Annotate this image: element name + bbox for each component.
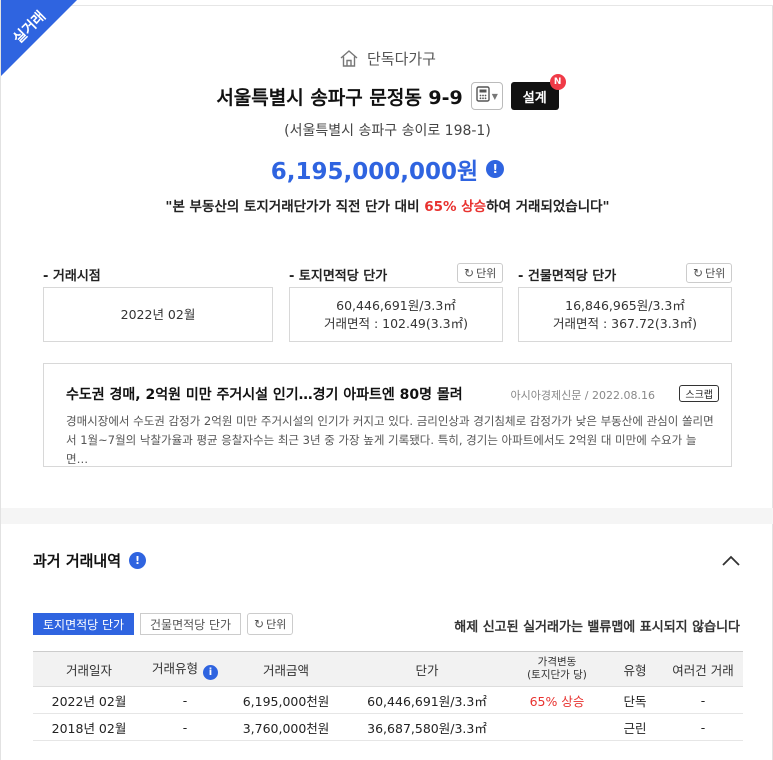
road-address: (서울특별시 송파구 송이로 198-1) [284,123,491,139]
table-row[interactable]: 2018년 02월 - 3,760,000천원 36,687,580원/3.3㎡… [33,713,743,741]
address-row: 서울특별시 송파구 문정동 9-9 ▼ 설계 N [1,74,773,110]
chevron-down-icon: ▼ [491,91,498,101]
chevron-up-icon[interactable] [720,550,742,572]
property-type-label: 단독다가구 [366,50,436,68]
design-button[interactable]: 설계 N [510,74,566,110]
calculator-icon [475,86,490,106]
tab-building-unit[interactable]: 건물면적당 단가 [140,613,242,635]
transaction-card: 실거래 단독다가구 서울특별시 송파구 문정동 9-9 ▼ 설계 N (서울특별… [0,0,773,760]
transaction-price: 6,195,000,000원 [270,159,479,185]
history-notice: 해제 신고된 실거래가는 밸류맵에 표시되지 않습니다 [454,620,740,635]
land-area-value: 거래면적 : 102.49(3.3㎡) [323,315,469,331]
refresh-icon: ↻ [464,266,475,280]
trade-date-value: 2022년 02월 [120,306,196,322]
new-badge: N [549,74,566,90]
news-source: 아시아경제신문 / 2022.08.16 [510,389,655,402]
building-unit-label: - 건물면적당 단가 [518,269,617,284]
news-title[interactable]: 수도권 경매, 2억원 미만 주거시설 인기…경기 아파트엔 80명 몰려 [66,384,463,404]
col-trade-amount: 거래금액 [225,651,347,687]
price-change-quote: "본 부동산의 토지거래단가가 직전 단가 대비 65% 상승하여 거래되었습니… [165,199,610,215]
house-icon [339,48,359,72]
history-table: 거래일자 거래유형 i 거래금액 단가 가격변동 (토지단가 당) 유형 여러건 거… [33,651,743,741]
building-area-value: 거래면적 : 367.72(3.3㎡) [552,315,698,331]
section-divider [1,508,773,524]
info-icon[interactable]: i [203,665,218,680]
refresh-icon: ↻ [693,266,704,280]
table-row[interactable]: 2022년 02월 - 6,195,000천원 60,446,691원/3.3㎡… [33,686,743,714]
info-icon[interactable]: ! [129,552,147,569]
building-unit-toggle[interactable]: ↻ 단위 [686,263,733,283]
history-title: 과거 거래내역 ! [33,550,147,571]
info-icon[interactable]: ! [486,160,505,178]
col-trade-type: 거래유형 i [145,651,225,687]
top-divider [1,0,773,6]
land-unit-value: 60,446,691원/3.3㎡ [336,297,456,313]
table-header-row: 거래일자 거래유형 i 거래금액 단가 가격변동 (토지단가 당) 유형 여러건 거… [33,651,743,687]
news-card[interactable]: 수도권 경매, 2억원 미만 주거시설 인기…경기 아파트엔 80명 몰려 아시… [43,363,732,467]
col-type: 유형 [607,651,663,687]
col-multi-trade: 여러건 거래 [663,651,743,687]
calculator-button[interactable]: ▼ [470,82,503,110]
property-type: 단독다가구 [1,48,773,72]
trade-date-label: - 거래시점 [43,269,101,284]
history-unit-toggle[interactable]: ↻ 단위 [247,613,294,635]
col-unit-price: 단가 [347,651,507,687]
building-unit-box: 16,846,965원/3.3㎡ 거래면적 : 367.72(3.3㎡) [518,287,732,342]
land-unit-box: 60,446,691원/3.3㎡ 거래면적 : 102.49(3.3㎡) [289,287,503,342]
scrap-button[interactable]: 스크랩 [679,385,719,402]
col-trade-date: 거래일자 [33,651,145,687]
news-body: 경매시장에서 수도권 감정가 2억원 미만 주거시설의 인기가 커지고 있다. … [66,414,714,466]
price-row: 6,195,000,000원 ! [1,152,773,186]
tab-land-unit[interactable]: 토지면적당 단가 [33,613,135,635]
land-unit-toggle[interactable]: ↻ 단위 [457,263,504,283]
building-unit-value: 16,846,965원/3.3㎡ [565,297,685,313]
property-address: 서울특별시 송파구 문정동 9-9 [216,86,463,109]
land-unit-label: - 토지면적당 단가 [289,269,388,284]
price-change-highlight: 65% 상승 [424,199,487,215]
design-label: 설계 [522,90,547,106]
trade-date-box: 2022년 02월 [43,287,273,342]
col-price-change: 가격변동 (토지단가 당) [507,651,607,687]
refresh-icon: ↻ [254,617,265,631]
